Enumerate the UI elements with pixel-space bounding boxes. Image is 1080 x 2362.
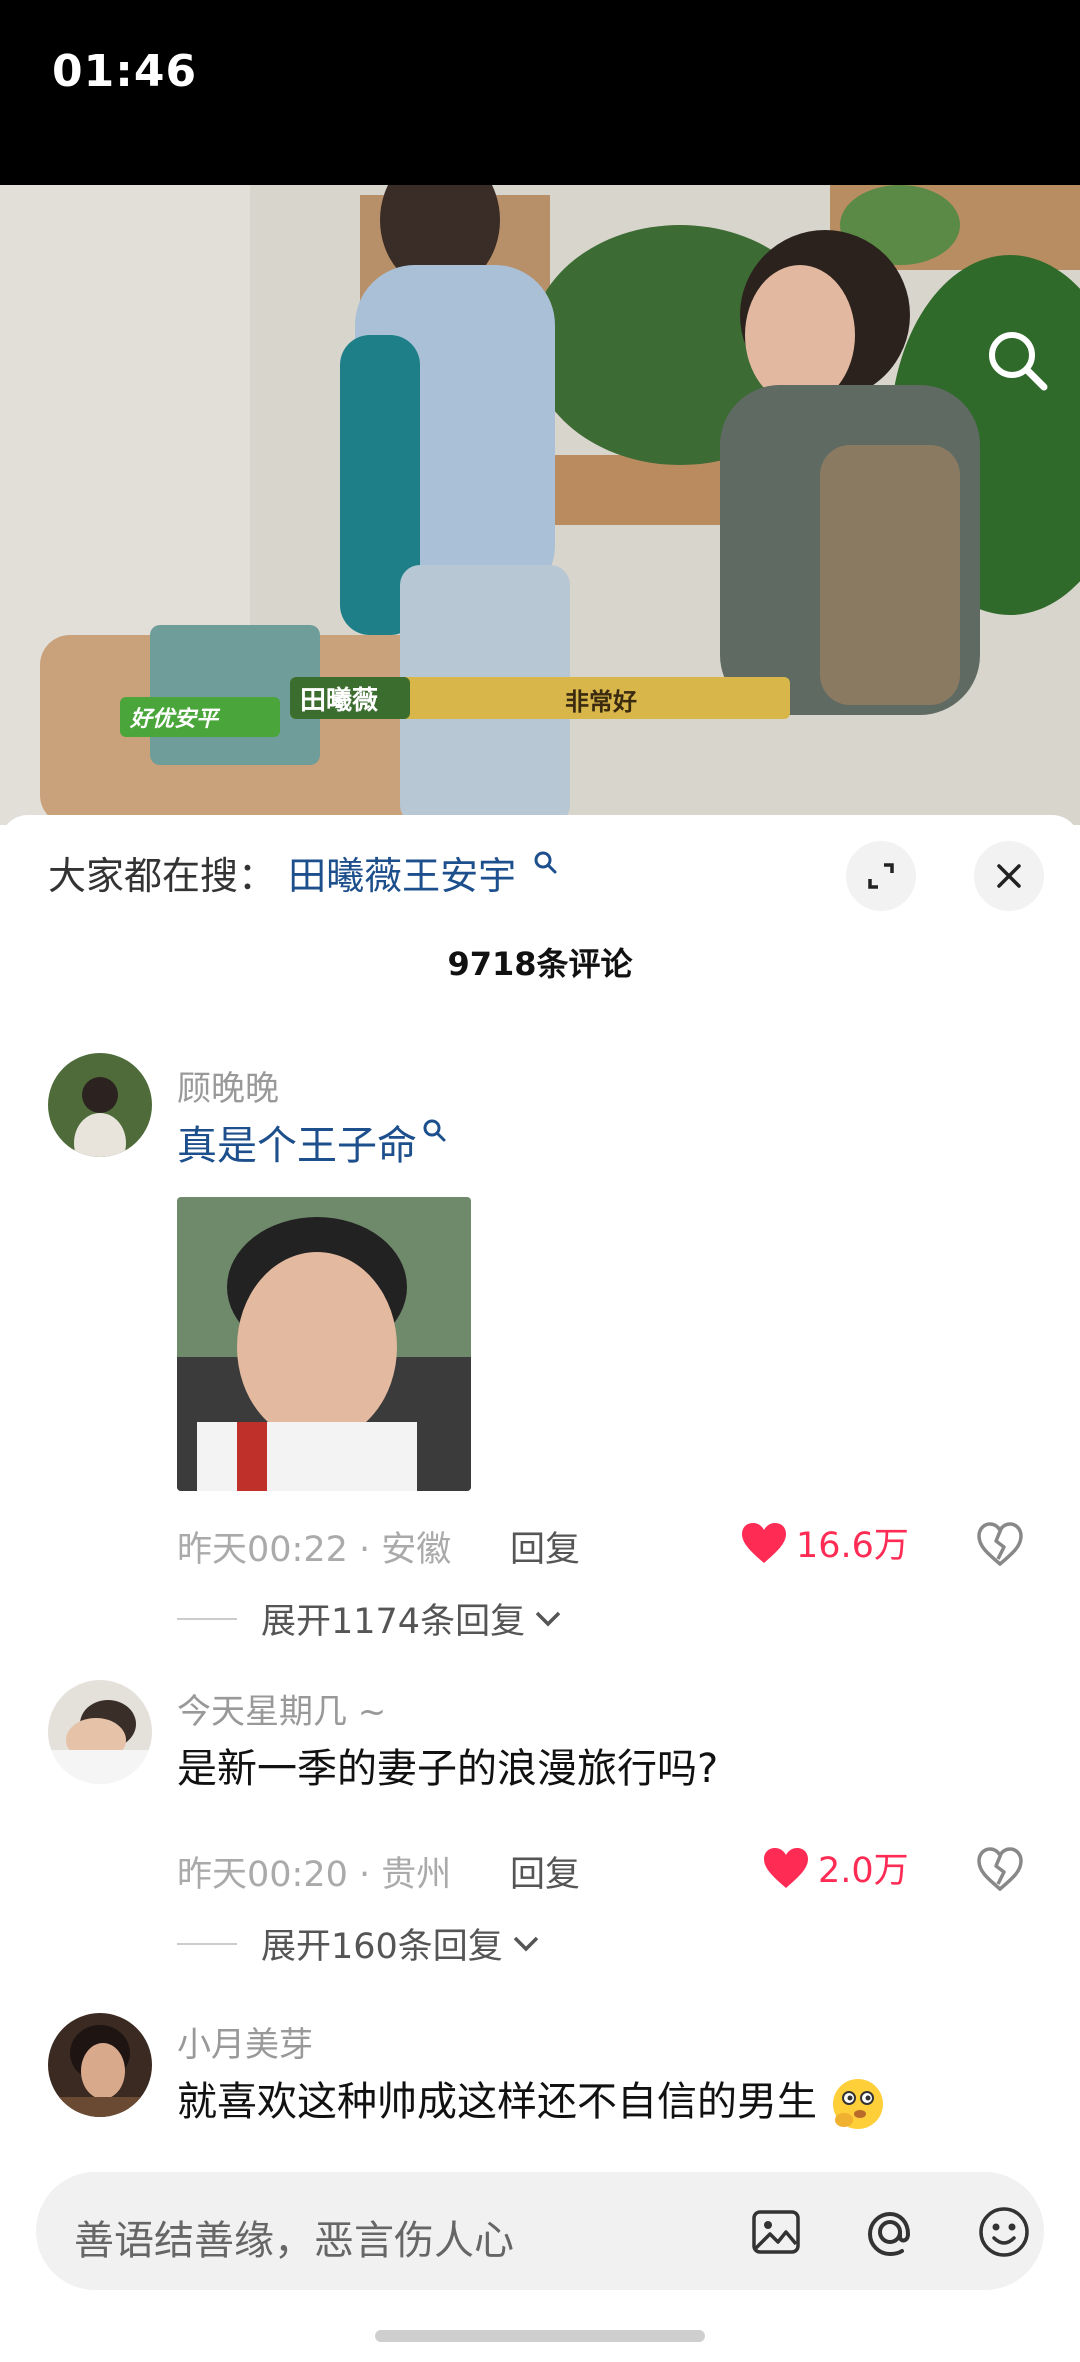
- comment-input-bar[interactable]: 善语结善缘，恶言伤人心: [36, 2172, 1044, 2290]
- fullscreen-button[interactable]: [846, 841, 916, 911]
- search-icon[interactable]: [982, 325, 1054, 397]
- hot-search-bar[interactable]: 大家都在搜： 田曦薇王安宇: [48, 845, 558, 900]
- heart-icon: [764, 1847, 808, 1888]
- mention-icon[interactable]: [862, 2204, 918, 2260]
- comment-text: 就喜欢这种帅成这样还不自信的男生: [177, 2069, 886, 2132]
- comment-input-placeholder[interactable]: 善语结善缘，恶言伤人心: [74, 2208, 514, 2266]
- comment-text-label: 真是个王子命: [177, 1123, 417, 1169]
- thinking-emoji-icon: [832, 2079, 883, 2129]
- like-count: 16.6万: [796, 1526, 909, 1566]
- comment-username[interactable]: 今天星期几 ~: [177, 1684, 386, 1733]
- chevron-down-icon: [535, 1611, 561, 1626]
- comment-username[interactable]: 顾晚晚: [177, 1061, 279, 1110]
- reply-button[interactable]: 回复: [510, 1521, 580, 1572]
- chevron-down-icon: [513, 1936, 539, 1951]
- close-icon: [997, 864, 1021, 888]
- avatar[interactable]: [48, 1680, 152, 1784]
- home-indicator[interactable]: [375, 2330, 705, 2342]
- expand-replies-button[interactable]: 展开1174条回复: [177, 1593, 563, 1644]
- comment-text-label: 就喜欢这种帅成这样还不自信的男生: [177, 2079, 817, 2125]
- hot-search-prefix: 大家都在搜：: [48, 854, 277, 898]
- close-button[interactable]: [974, 841, 1044, 911]
- comment-location: 贵州: [381, 1855, 452, 1895]
- comment-meta: 昨天00:20 · 贵州: [177, 1855, 452, 1895]
- emoji-icon[interactable]: [976, 2204, 1032, 2260]
- search-link-icon: [534, 851, 557, 874]
- caption-text: 非常好: [565, 688, 637, 716]
- expand-replies-button[interactable]: 展开160条回复: [177, 1918, 541, 1969]
- avatar[interactable]: [48, 1053, 152, 1157]
- hot-search-term[interactable]: 田曦薇王安宇: [288, 854, 516, 898]
- reply-button[interactable]: 回复: [510, 1846, 580, 1897]
- comment-meta: 昨天00:22 · 安徽: [177, 1530, 452, 1570]
- comment-location: 安徽: [381, 1530, 452, 1570]
- expand-replies-label: 展开160条回复: [261, 1927, 503, 1967]
- status-bar: 01:46: [0, 0, 1080, 185]
- like-button[interactable]: 2.0万: [762, 1842, 909, 1893]
- image-icon[interactable]: [748, 2204, 804, 2260]
- divider-line: [177, 1617, 237, 1620]
- comment-time: 昨天00:22: [177, 1530, 348, 1570]
- search-link-icon: [423, 1119, 446, 1142]
- like-count: 2.0万: [818, 1851, 909, 1891]
- comment-text[interactable]: 真是个王子命: [177, 1113, 447, 1171]
- comment-username[interactable]: 小月美芽: [177, 2017, 313, 2066]
- comment-image[interactable]: [177, 1197, 471, 1491]
- dislike-icon[interactable]: [975, 1844, 1025, 1894]
- clock: 01:46: [52, 46, 198, 97]
- expand-replies-label: 展开1174条回复: [261, 1602, 526, 1642]
- avatar[interactable]: [48, 2013, 152, 2117]
- dislike-icon[interactable]: [975, 1519, 1025, 1569]
- comment-count: 9718条评论: [447, 945, 633, 983]
- like-button[interactable]: 16.6万: [740, 1517, 909, 1568]
- heart-icon: [742, 1522, 786, 1563]
- show-logo: 好优安平: [130, 707, 219, 732]
- divider-line: [177, 1942, 237, 1945]
- comment-sheet: 大家都在搜： 田曦薇王安宇 9718条评论 顾晚晚 真是个王子命 昨天00:22…: [0, 815, 1080, 2362]
- caption-name: 田曦薇: [300, 686, 379, 716]
- comment-time: 昨天00:20: [177, 1855, 348, 1895]
- comment-text: 是新一季的妻子的浪漫旅行吗?: [177, 1746, 719, 1792]
- video-player[interactable]: 田曦薇 非常好 好优安平: [0, 185, 1080, 825]
- expand-icon: [868, 863, 894, 889]
